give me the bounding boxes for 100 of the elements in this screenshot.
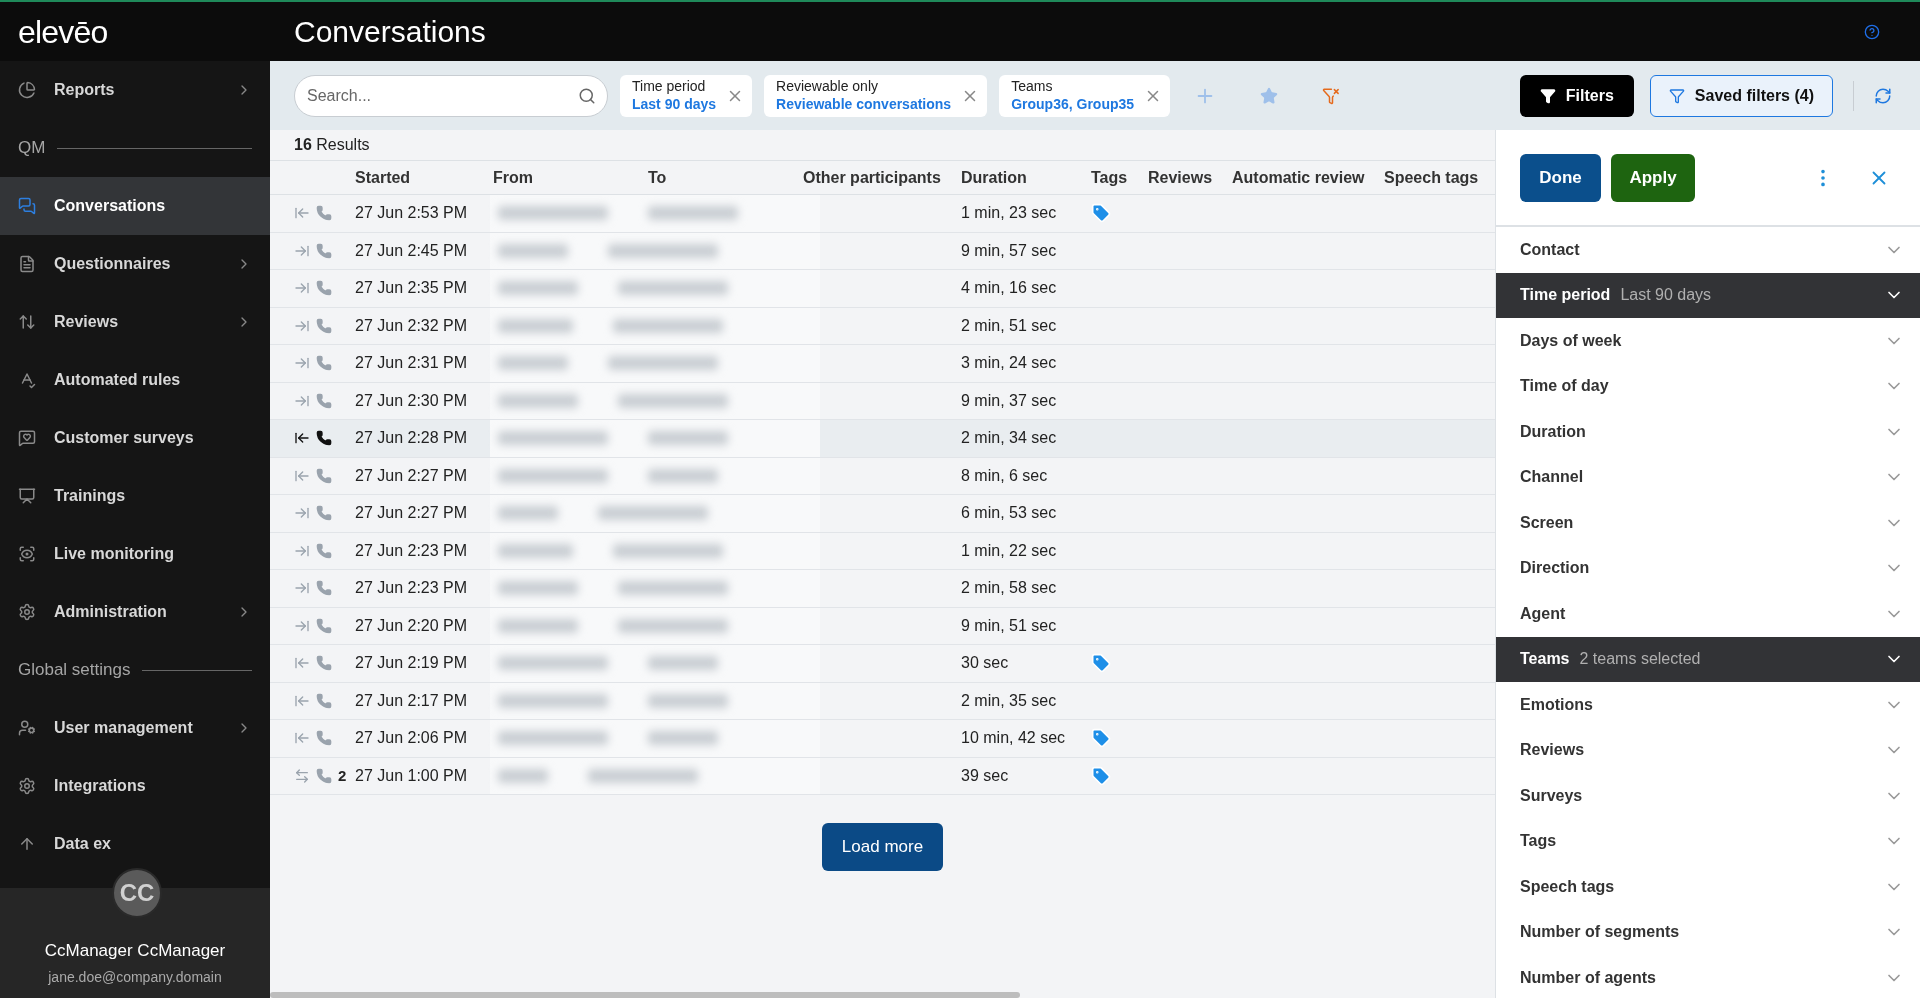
nav-item[interactable]: Customer surveys [0, 409, 270, 467]
nav-item[interactable]: Conversations [0, 177, 270, 235]
section-heading: QM [18, 137, 46, 160]
table-row[interactable]: 27 Jun 2:27 PM 8 min, 6 sec [270, 457, 1495, 495]
nav-item[interactable]: Automated rules [0, 351, 270, 409]
phone-icon [316, 205, 332, 222]
table-cell: 10 min, 42 sec [961, 729, 1066, 747]
table-row[interactable]: 2 27 Jun 1:00 PM 39 sec [270, 757, 1495, 795]
phone-icon [316, 542, 332, 559]
nav-item[interactable]: User management [0, 699, 270, 757]
blurred-text [648, 656, 718, 671]
phone-icon [316, 242, 332, 259]
phone-icon [316, 355, 332, 372]
scrollbar[interactable] [270, 992, 1020, 998]
column-header[interactable]: From [493, 168, 533, 186]
table-row[interactable]: 27 Jun 2:06 PM 10 min, 42 sec [270, 720, 1495, 758]
table-cell: 9 min, 51 sec [961, 616, 1057, 634]
saved-filters-button[interactable]: Saved filters (4) [1649, 74, 1833, 117]
table-cell: 4 min, 16 sec [961, 279, 1057, 297]
monitor-eye-icon [18, 545, 36, 563]
table-row[interactable]: 27 Jun 2:28 PM 2 min, 34 sec [270, 420, 1495, 458]
table-cell: 2 min, 34 sec [961, 429, 1057, 447]
filter-chip[interactable]: Teams Group36, Group35 [999, 74, 1171, 117]
filter-chip[interactable]: Time period Last 90 days [620, 74, 753, 117]
nav-item[interactable]: Live monitoring [0, 525, 270, 583]
gear-icon [18, 777, 36, 795]
phone-icon [316, 767, 332, 784]
column-header[interactable]: Automatic review [1232, 168, 1365, 186]
filter-row[interactable]: Time period Last 90 days [1496, 272, 1920, 318]
table-cell: 1 min, 23 sec [961, 204, 1057, 222]
table-cell: 27 Jun 2:27 PM [355, 504, 468, 522]
star-icon[interactable] [1260, 86, 1279, 105]
blurred-text [498, 506, 558, 521]
nav-item[interactable]: Administration [0, 583, 270, 641]
table-row[interactable]: 27 Jun 2:19 PM 30 sec [270, 645, 1495, 683]
logo: elevēo [18, 13, 108, 50]
nav-item[interactable]: Trainings [0, 467, 270, 525]
avatar[interactable]: CC [112, 868, 162, 918]
table-cell: 27 Jun 2:28 PM [355, 429, 468, 447]
table-row[interactable]: 27 Jun 2:23 PM 1 min, 22 sec [270, 532, 1495, 570]
table-cell: 39 sec [961, 766, 1009, 784]
nav-item[interactable]: Reviews [0, 293, 270, 351]
filters-button[interactable]: Filters [1519, 74, 1634, 117]
apply-button[interactable]: Apply [1611, 153, 1695, 202]
done-button[interactable]: Done [1520, 153, 1601, 202]
phone-icon [316, 655, 332, 672]
table-row[interactable]: 27 Jun 2:31 PM 3 min, 24 sec [270, 345, 1495, 383]
chip-value: Last 90 days [632, 95, 717, 113]
table-cell: 27 Jun 2:30 PM [355, 391, 468, 409]
help-icon[interactable] [1864, 23, 1880, 40]
column-header[interactable]: Speech tags [1384, 168, 1479, 186]
table-cell: 27 Jun 2:45 PM [355, 241, 468, 259]
nav-item[interactable]: Questionnaires [0, 235, 270, 293]
chip-value: Group36, Group35 [1011, 95, 1135, 113]
table-row[interactable]: 27 Jun 2:27 PM 6 min, 53 sec [270, 495, 1495, 533]
filter-chip[interactable]: Reviewable only Reviewable conversations [764, 74, 988, 117]
phone-icon [316, 617, 332, 634]
nav-item[interactable]: Integrations [0, 757, 270, 815]
table-cell: 9 min, 57 sec [961, 241, 1057, 259]
column-header[interactable]: Reviews [1148, 168, 1213, 186]
table-row[interactable]: 27 Jun 2:23 PM 2 min, 58 sec [270, 570, 1495, 608]
search-field[interactable]: Search... [294, 74, 608, 117]
blurred-text [498, 356, 568, 371]
table-row[interactable]: 27 Jun 2:35 PM 4 min, 16 sec [270, 270, 1495, 308]
table-cell: 30 sec [961, 654, 1009, 672]
gear-icon [18, 603, 36, 621]
table-row[interactable]: 27 Jun 2:45 PM 9 min, 57 sec [270, 232, 1495, 270]
phone-icon [316, 280, 332, 297]
column-header[interactable]: Duration [961, 168, 1027, 186]
table-row[interactable]: 27 Jun 2:53 PM 1 min, 23 sec [270, 195, 1495, 233]
column-header[interactable]: Other participants [803, 168, 941, 186]
table-cell: 27 Jun 2:35 PM [355, 279, 468, 297]
table-row[interactable]: 27 Jun 2:17 PM 2 min, 35 sec [270, 682, 1495, 720]
column-header[interactable]: Tags [1091, 168, 1128, 186]
table-row[interactable]: 27 Jun 2:32 PM 2 min, 51 sec [270, 307, 1495, 345]
segment-count: 2 [338, 765, 347, 786]
results-count: 16 Results [294, 135, 370, 155]
user-email: jane.doe@company.domain [48, 968, 222, 987]
search-icon [578, 86, 596, 105]
filter-row[interactable]: Teams 2 teams selected [1496, 636, 1920, 682]
blurred-text [648, 468, 718, 483]
table-row[interactable]: 27 Jun 2:30 PM 9 min, 37 sec [270, 382, 1495, 420]
column-header[interactable]: To [648, 168, 667, 186]
table-cell: 27 Jun 2:19 PM [355, 654, 468, 672]
nav-item[interactable]: Reports [0, 61, 270, 119]
filter-icon [1668, 87, 1685, 104]
chip-value: Reviewable conversations [776, 95, 952, 113]
clear-filter-icon[interactable] [1322, 86, 1341, 105]
phone-icon [316, 580, 332, 597]
user-gear-icon [18, 719, 36, 737]
table-cell: 27 Jun 2:53 PM [355, 204, 468, 222]
chip-label: Time period [632, 78, 707, 96]
load-more-button[interactable]: Load more [821, 823, 944, 871]
table-row[interactable]: 27 Jun 2:20 PM 9 min, 51 sec [270, 607, 1495, 645]
refresh-icon[interactable] [1874, 86, 1892, 105]
chat-icon [18, 197, 36, 215]
column-header[interactable]: Started [355, 168, 411, 186]
arrows-icon [18, 313, 36, 331]
table-cell: 3 min, 24 sec [961, 354, 1057, 372]
blurred-text [648, 731, 718, 746]
